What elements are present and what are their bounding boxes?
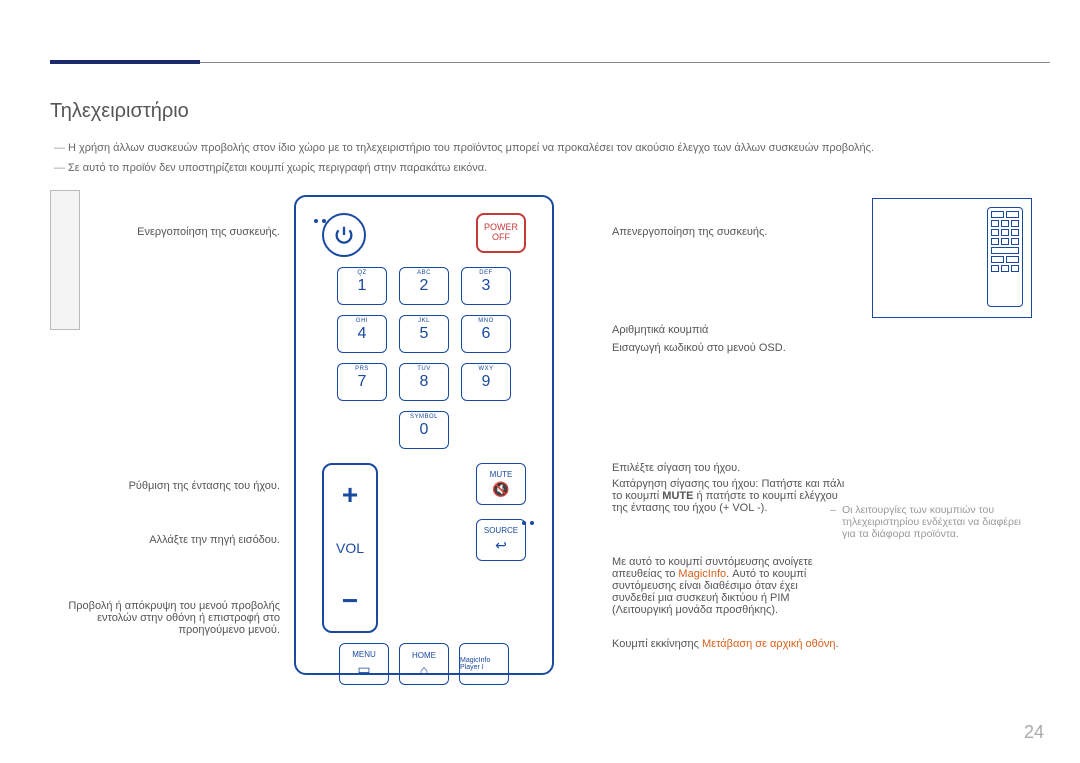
page-number: 24 xyxy=(1024,722,1044,743)
source-icon: ↩ xyxy=(495,537,507,554)
key-0: SYMBOL0 xyxy=(399,411,449,449)
home-icon: ⌂ xyxy=(420,662,428,678)
callout-volume: Ρύθμιση της έντασης του ήχου. xyxy=(60,480,280,492)
key-9: WXY9 xyxy=(461,363,511,401)
mute-button: MUTE🔇 xyxy=(476,463,526,505)
key-1: QZ1 xyxy=(337,267,387,305)
key-5: JKL5 xyxy=(399,315,449,353)
callout-power-on: Ενεργοποίηση της συσκευής. xyxy=(60,226,280,238)
key-4: GHI4 xyxy=(337,315,387,353)
callout-source: Αλλάξτε την πηγή εισόδου. xyxy=(60,534,280,546)
side-note: Οι λειτουργίες των κουμπιών του τηλεχειρ… xyxy=(842,504,1032,540)
page-title: Τηλεχειριστήριο xyxy=(50,100,189,123)
callout-home: Κουμπί εκκίνησης Μετάβαση σε αρχική οθόν… xyxy=(612,638,842,650)
power-off-button: POWER OFF xyxy=(476,213,526,253)
home-button: HOME⌂ xyxy=(399,643,449,685)
power-on-button xyxy=(322,213,366,257)
remote-illustration: POWER OFF QZ1 ABC2 DEF3 GHI4 JKL5 MNO6 P… xyxy=(294,195,554,675)
menu-button: MENU▭ xyxy=(339,643,389,685)
callout-magicinfo: Με αυτό το κουμπί συντόμευσης ανοίγετε α… xyxy=(612,556,842,616)
note-2: Σε αυτό το προϊόν δεν υποστηρίζεται κουμ… xyxy=(68,162,487,174)
callout-number: Αριθμητικά κουμπιά Εισαγωγή κωδικού στο … xyxy=(612,324,832,354)
key-3: DEF3 xyxy=(461,267,511,305)
note-1: Η χρήση άλλων συσκευών προβολής στον ίδι… xyxy=(68,142,874,154)
menu-icon: ▭ xyxy=(357,661,370,678)
top-rule-accent xyxy=(50,60,200,64)
magicinfo-button: MagicInfo Player I xyxy=(459,643,509,685)
callout-mute: Επιλέξτε σίγαση του ήχου. Κατάργηση σίγα… xyxy=(612,462,852,514)
key-7: PRS7 xyxy=(337,363,387,401)
device-side-illustration xyxy=(50,190,80,330)
key-8: TUV8 xyxy=(399,363,449,401)
volume-rocker: + VOL − xyxy=(322,463,378,633)
callout-power-off: Απενεργοποίηση της συσκευής. xyxy=(612,226,832,238)
thumbnail-illustration xyxy=(872,198,1032,318)
source-button: SOURCE↩ xyxy=(476,519,526,561)
callout-menu: Προβολή ή απόκρυψη του μενού προβολής εν… xyxy=(60,600,280,636)
top-rule xyxy=(50,62,1050,63)
key-2: ABC2 xyxy=(399,267,449,305)
mute-icon: 🔇 xyxy=(492,481,509,498)
key-6: MNO6 xyxy=(461,315,511,353)
